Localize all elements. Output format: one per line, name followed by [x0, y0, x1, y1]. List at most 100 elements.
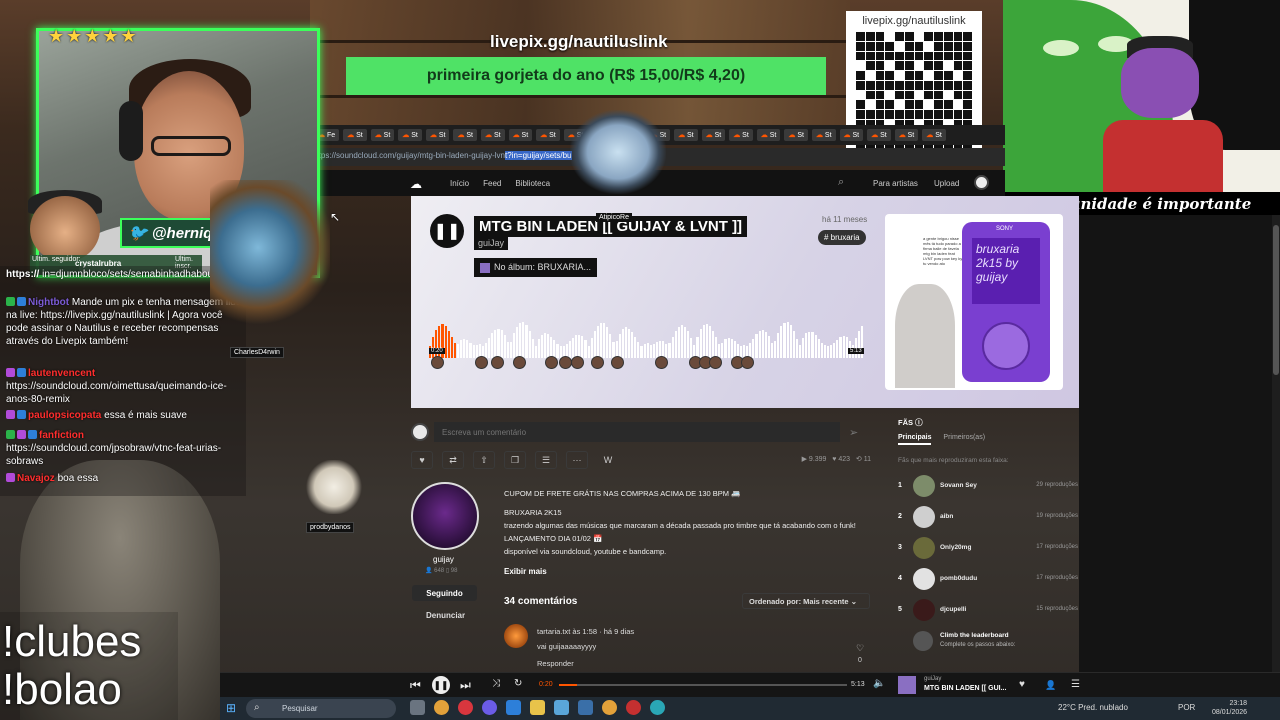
weather-widget[interactable]: 22°C Pred. nublado: [1058, 703, 1128, 712]
fan-avatar[interactable]: [913, 568, 935, 590]
genre-tag[interactable]: # bruxaria: [818, 230, 866, 245]
waveform[interactable]: [429, 318, 864, 358]
player-progress[interactable]: [559, 684, 847, 686]
steam-icon[interactable]: [506, 700, 521, 715]
repeat-icon[interactable]: ↻: [514, 678, 522, 689]
browser-tab[interactable]: ☁ St: [839, 129, 864, 141]
fan-row[interactable]: 3 Only20mg 17 reproduções: [898, 536, 1080, 560]
like-button[interactable]: ♥: [411, 451, 433, 469]
browser-tab[interactable]: ☁ St: [398, 129, 422, 141]
app-icon[interactable]: [650, 700, 665, 715]
fan-name[interactable]: Only20mg: [940, 544, 971, 551]
waveform-comment-avatar[interactable]: [611, 356, 624, 369]
browser-tab[interactable]: ☁ St: [701, 129, 726, 141]
app-icon[interactable]: [578, 700, 593, 715]
taskbar-search[interactable]: ⌕ Pesquisar: [246, 699, 396, 718]
player-title[interactable]: MTG BIN LADEN [[ GUI...: [924, 685, 1006, 692]
fan-row[interactable]: 5 djcupelli 15 reproduções: [898, 598, 1080, 622]
search-icon[interactable]: ⌕: [838, 176, 844, 189]
following-button[interactable]: Seguindo: [412, 585, 477, 601]
share-button[interactable]: ⇧: [473, 451, 495, 469]
waveform-comment-avatar[interactable]: [709, 356, 722, 369]
waveform-comment-avatar[interactable]: [491, 356, 504, 369]
browser-tab[interactable]: ☁ St: [425, 129, 450, 141]
add-to-playlist-button[interactable]: ☰: [535, 451, 557, 469]
windows-start-icon[interactable]: ⊞: [226, 701, 236, 715]
follow-icon[interactable]: 👤: [1045, 680, 1056, 691]
browser-tab[interactable]: ☁ St: [922, 129, 946, 141]
comment-like-icon[interactable]: ♡: [856, 643, 864, 654]
browser-tab[interactable]: ☁ St: [784, 129, 808, 141]
more-button[interactable]: ···: [566, 451, 588, 469]
commenter-avatar[interactable]: [504, 624, 528, 648]
fan-avatar[interactable]: [913, 599, 935, 621]
fan-name[interactable]: Sovann Sey: [940, 482, 977, 489]
fan-row[interactable]: 4 pomb0dudu 17 reproduções: [898, 567, 1080, 591]
shuffle-icon[interactable]: ⤨: [492, 678, 500, 689]
user-avatar[interactable]: [974, 175, 989, 190]
browser-tab[interactable]: ☁ St: [453, 129, 478, 141]
show-more-link[interactable]: Exibir mais: [504, 567, 547, 576]
reply-link[interactable]: Responder: [537, 659, 574, 668]
soundcloud-logo-icon[interactable]: ☁: [410, 177, 436, 191]
chrome-icon[interactable]: [434, 700, 449, 715]
browser-tab[interactable]: ☁ St: [867, 129, 891, 141]
heart-icon[interactable]: ♥: [1019, 679, 1025, 690]
report-link[interactable]: Denunciar: [426, 611, 465, 620]
copy-link-button[interactable]: ❐: [504, 451, 526, 469]
nav-upload[interactable]: Upload: [934, 179, 959, 188]
tab-main-fans[interactable]: Principais: [898, 434, 932, 445]
player-artist[interactable]: guiJay: [924, 676, 941, 682]
nav-for-artists[interactable]: Para artistas: [873, 179, 918, 188]
browser-tab[interactable]: ☁ St: [756, 129, 781, 141]
fan-name[interactable]: pomb0dudu: [940, 575, 977, 582]
comment-input[interactable]: [434, 422, 840, 442]
vivaldi-icon[interactable]: [458, 700, 473, 715]
send-icon[interactable]: ➢: [849, 426, 858, 439]
obs-icon[interactable]: [626, 700, 641, 715]
scrollbar-thumb[interactable]: [1273, 225, 1279, 375]
nav-library[interactable]: Biblioteca: [515, 179, 550, 188]
folder-icon[interactable]: [530, 700, 545, 715]
fan-avatar[interactable]: [913, 506, 935, 528]
repost-button[interactable]: ⇄: [442, 451, 464, 469]
chrome-icon[interactable]: [602, 700, 617, 715]
waveform-comment-avatar[interactable]: [741, 356, 754, 369]
waveform-comment-avatar[interactable]: [571, 356, 584, 369]
address-text[interactable]: https://soundcloud.com/guijay/mtg-bin-la…: [312, 151, 572, 160]
uploader-name[interactable]: guijay: [433, 555, 454, 564]
fan-row[interactable]: 1 Sovann Sey 29 reproduções: [898, 474, 1080, 498]
track-artist[interactable]: guiJay: [474, 236, 509, 250]
player-thumbnail[interactable]: [898, 676, 916, 694]
browser-tab[interactable]: ☁ St: [811, 129, 836, 141]
task-view-icon[interactable]: [410, 700, 425, 715]
discord-icon[interactable]: [482, 700, 497, 715]
waveform-comment-avatar[interactable]: [591, 356, 604, 369]
nav-home[interactable]: Início: [450, 179, 469, 188]
nav-feed[interactable]: Feed: [483, 179, 501, 188]
volume-icon[interactable]: 🔈: [873, 678, 885, 689]
browser-tab[interactable]: ☁ St: [370, 129, 395, 141]
waveform-comment-avatar[interactable]: [513, 356, 526, 369]
queue-icon[interactable]: ☰: [1071, 679, 1080, 690]
browser-tab[interactable]: ☁ St: [508, 129, 533, 141]
browser-tab[interactable]: ☁ St: [674, 129, 698, 141]
extension-button[interactable]: W: [597, 451, 619, 469]
browser-tab[interactable]: ☁ St: [481, 129, 505, 141]
pause-button[interactable]: ❚❚: [430, 214, 464, 248]
fan-row[interactable]: 2 aibn 19 reproduções: [898, 505, 1080, 529]
fan-name[interactable]: aibn: [940, 513, 953, 520]
album-link[interactable]: No álbum: BRUXARIA...: [474, 258, 598, 277]
waveform-comment-avatar[interactable]: [545, 356, 558, 369]
language-indicator[interactable]: POR: [1178, 703, 1195, 712]
browser-tab[interactable]: ☁ St: [729, 129, 753, 141]
fan-name[interactable]: djcupelli: [940, 606, 966, 613]
next-icon[interactable]: ⏭: [460, 678, 471, 693]
browser-tab[interactable]: ☁ St: [343, 129, 367, 141]
system-clock[interactable]: 23:18 08/01/2026: [1212, 699, 1247, 717]
fan-avatar[interactable]: [913, 537, 935, 559]
previous-icon[interactable]: ⏮: [410, 678, 421, 693]
tab-first-fans[interactable]: Primeiros(as): [943, 434, 985, 441]
browser-tab[interactable]: ☁ St: [536, 129, 560, 141]
waveform-comment-avatar[interactable]: [655, 356, 668, 369]
